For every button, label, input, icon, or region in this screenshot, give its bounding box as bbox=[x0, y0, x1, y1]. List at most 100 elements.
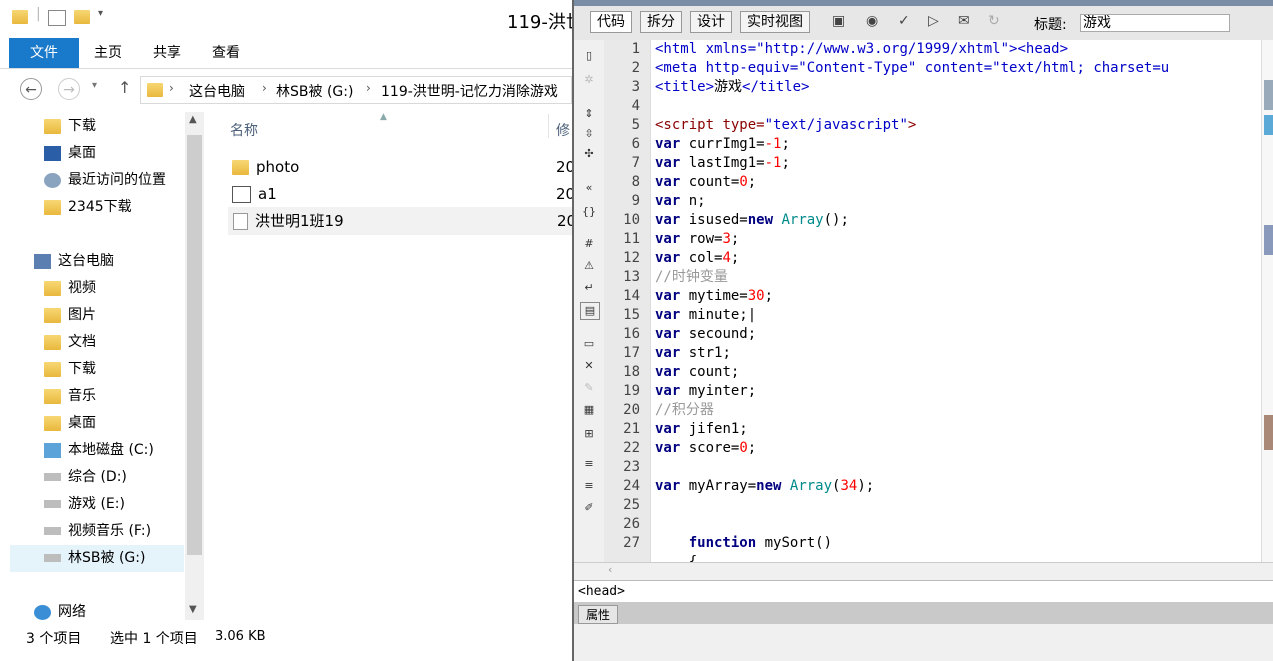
nav-item-label: 本地磁盘 (C:) bbox=[68, 442, 154, 458]
view-design-button[interactable]: 设计 bbox=[690, 11, 732, 33]
breadcrumb-separator-icon[interactable]: › bbox=[169, 81, 174, 95]
selected-size: 3.06 KB bbox=[215, 629, 266, 644]
nav-item-downloads[interactable]: 下载 bbox=[44, 113, 96, 140]
remove-comment-icon[interactable]: ✕ bbox=[580, 358, 598, 374]
code-line: var minute;| bbox=[655, 307, 757, 323]
scroll-left-icon[interactable]: ‹ bbox=[608, 563, 612, 576]
format-source-icon[interactable]: ✐ bbox=[580, 500, 598, 516]
properties-tab[interactable]: 属性 bbox=[578, 605, 618, 624]
view-live-button[interactable]: 实时视图 bbox=[740, 11, 810, 33]
nav-item-desktop[interactable]: 桌面 bbox=[44, 140, 96, 167]
new-folder-icon[interactable] bbox=[74, 10, 90, 24]
forward-button[interactable]: → bbox=[58, 78, 80, 100]
tab-file[interactable]: 文件 bbox=[9, 38, 79, 68]
file-management-icon[interactable]: ✉ bbox=[958, 13, 970, 29]
line-number-gutter: 1 2 3 4 5 6 7 8 9 10 11 12 13 14 15 16 1… bbox=[604, 40, 651, 562]
file-row[interactable]: photo 20 bbox=[228, 154, 572, 180]
up-button[interactable]: ↑ bbox=[118, 78, 131, 97]
nav-item-drive-c[interactable]: 本地磁盘 (C:) bbox=[44, 437, 154, 464]
separator: | bbox=[36, 6, 41, 22]
tab-share[interactable]: 共享 bbox=[145, 38, 189, 68]
code-editor[interactable]: <html xmlns="http://www.w3.org/1999/xhtm… bbox=[651, 40, 1261, 562]
horizontal-scrollbar[interactable]: ‹ bbox=[574, 562, 1273, 579]
syntax-coloring-icon[interactable]: ▤ bbox=[580, 302, 600, 320]
tag-selector[interactable]: <head> bbox=[574, 580, 1273, 602]
file-row-selected[interactable]: 洪世明1班19 20 bbox=[228, 207, 572, 235]
column-header-name[interactable]: 名称 bbox=[230, 120, 258, 140]
browser-preview-icon[interactable]: ◉ bbox=[866, 13, 878, 29]
line-numbers-icon[interactable]: # bbox=[580, 236, 598, 252]
open-documents-icon[interactable]: ▯ bbox=[580, 48, 598, 64]
nav-item-drive-g[interactable]: 林SB被 (G:) bbox=[10, 545, 184, 572]
code-line: var col=4; bbox=[655, 250, 740, 266]
code-line: { bbox=[655, 554, 698, 562]
recent-snippets-icon[interactable]: ▦ bbox=[580, 402, 598, 418]
refresh-icon[interactable]: ↻ bbox=[988, 13, 1000, 29]
line-number: 27 bbox=[623, 535, 640, 551]
nav-item-drive-d[interactable]: 综合 (D:) bbox=[44, 464, 127, 491]
panel-thumbnail bbox=[1264, 80, 1273, 110]
breadcrumb-separator-icon[interactable]: › bbox=[366, 81, 371, 95]
word-wrap-icon[interactable]: ↵ bbox=[580, 280, 598, 296]
back-button[interactable]: ← bbox=[20, 78, 42, 100]
breadcrumb-drive-g[interactable]: 林SB被 (G:) bbox=[276, 81, 353, 101]
nav-item-network[interactable]: 网络 bbox=[34, 599, 86, 626]
nav-item-documents[interactable]: 文档 bbox=[44, 329, 96, 356]
highlight-invalid-code-icon[interactable]: ⚠ bbox=[580, 258, 598, 274]
breadcrumb-this-pc[interactable]: 这台电脑 bbox=[189, 81, 245, 101]
nav-item-desktop-pc[interactable]: 桌面 bbox=[44, 410, 96, 437]
nav-item-label: 视频音乐 (F:) bbox=[68, 523, 152, 539]
file-row[interactable]: a1 20 bbox=[228, 181, 572, 207]
nav-item-music[interactable]: 音乐 bbox=[44, 383, 96, 410]
nav-item-recent-places[interactable]: 最近访问的位置 bbox=[44, 167, 166, 194]
properties-icon[interactable] bbox=[48, 10, 66, 26]
view-split-button[interactable]: 拆分 bbox=[640, 11, 682, 33]
nav-item-2345-downloads[interactable]: 2345下载 bbox=[44, 194, 132, 221]
apply-comment-icon[interactable]: ▭ bbox=[580, 336, 598, 352]
collapse-full-tag-icon[interactable]: ⇕ bbox=[580, 106, 598, 122]
select-parent-tag-icon[interactable]: « bbox=[580, 180, 598, 196]
panel-thumbnail bbox=[1264, 225, 1273, 255]
visual-aids-icon[interactable]: ▷ bbox=[928, 13, 939, 29]
folder-icon bbox=[12, 10, 28, 24]
quick-access-dropdown-icon[interactable]: ▾ bbox=[98, 8, 103, 19]
show-code-navigator-icon[interactable]: ✲ bbox=[580, 72, 598, 88]
line-number: 11 bbox=[623, 231, 640, 247]
scroll-up-icon[interactable]: ▲ bbox=[189, 114, 197, 125]
view-code-button[interactable]: 代码 bbox=[590, 11, 632, 33]
nav-item-this-pc[interactable]: 这台电脑 bbox=[34, 248, 114, 275]
nav-item-label: 2345下载 bbox=[68, 199, 132, 215]
document-title-input[interactable]: 游戏 bbox=[1080, 14, 1230, 32]
nav-item-label: 图片 bbox=[68, 307, 96, 323]
move-css-icon[interactable]: ⊞ bbox=[580, 426, 598, 442]
wrap-tag-icon[interactable]: ✎ bbox=[580, 380, 598, 396]
nav-item-drive-f[interactable]: 视频音乐 (F:) bbox=[44, 518, 151, 545]
column-header-modified[interactable]: 修 bbox=[556, 120, 570, 140]
breadcrumb-current-folder[interactable]: 119-洪世明-记忆力消除游戏 bbox=[381, 81, 558, 101]
balance-braces-icon[interactable]: {} bbox=[580, 204, 598, 220]
nav-item-downloads-pc[interactable]: 下载 bbox=[44, 356, 96, 383]
expand-all-icon[interactable]: ✣ bbox=[580, 146, 598, 162]
nav-item-drive-e[interactable]: 游戏 (E:) bbox=[44, 491, 125, 518]
tab-home[interactable]: 主页 bbox=[86, 38, 130, 68]
line-number: 6 bbox=[631, 136, 640, 152]
code-line: function mySort() bbox=[688, 535, 833, 551]
line-number: 17 bbox=[623, 345, 640, 361]
scrollbar-thumb[interactable] bbox=[187, 135, 202, 555]
collapse-selection-icon[interactable]: ⇳ bbox=[580, 126, 598, 142]
line-number: 7 bbox=[631, 155, 640, 171]
tab-view[interactable]: 查看 bbox=[204, 38, 248, 68]
address-bar[interactable]: › 这台电脑 › 林SB被 (G:) › 119-洪世明-记忆力消除游戏 bbox=[140, 76, 572, 104]
validate-icon[interactable]: ✓ bbox=[898, 13, 910, 29]
nav-item-label: 下载 bbox=[68, 118, 96, 134]
line-number: 14 bbox=[623, 288, 640, 304]
nav-item-videos[interactable]: 视频 bbox=[44, 275, 96, 302]
scroll-down-icon[interactable]: ▼ bbox=[189, 604, 197, 615]
indent-code-icon[interactable]: ≡ bbox=[580, 456, 598, 472]
outdent-code-icon[interactable]: ≡ bbox=[580, 478, 598, 494]
recent-locations-icon[interactable]: ▾ bbox=[92, 80, 97, 91]
nav-item-pictures[interactable]: 图片 bbox=[44, 302, 96, 329]
multiscreen-icon[interactable]: ▣ bbox=[832, 13, 845, 29]
file-explorer-window: | ▾ 119-洪世明 文件 主页 共享 查看 ← → ▾ ↑ › 这台电脑 ›… bbox=[0, 0, 572, 661]
breadcrumb-separator-icon[interactable]: › bbox=[262, 81, 267, 95]
